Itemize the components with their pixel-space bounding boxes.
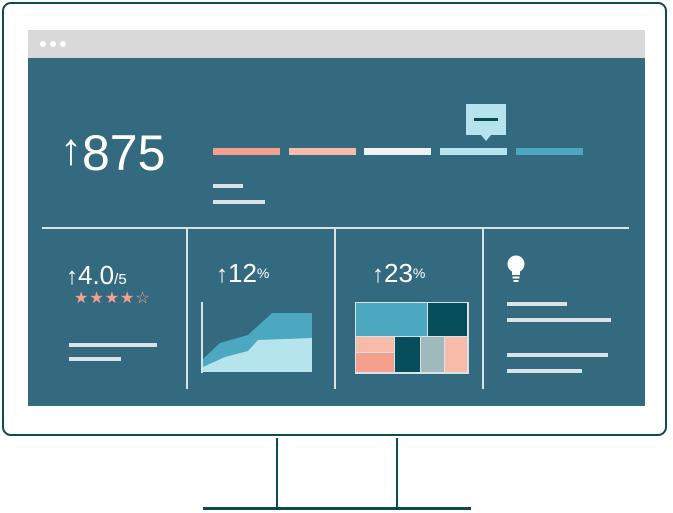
area-chart-icon xyxy=(201,302,312,373)
card-divider xyxy=(482,229,484,389)
treemap-cell xyxy=(428,303,467,336)
tooltip-icon xyxy=(466,104,506,141)
star-outline-icon: ☆ xyxy=(135,290,151,307)
legend-bar-teal[interactable] xyxy=(516,148,583,155)
tooltip-dash xyxy=(474,118,498,121)
text-placeholder-line xyxy=(213,184,243,188)
rating-max: /5 xyxy=(114,271,127,288)
text-placeholder-line xyxy=(69,357,121,361)
legend-bar-peach[interactable] xyxy=(289,148,356,155)
text-placeholder-line xyxy=(213,200,265,204)
text-placeholder-line xyxy=(507,353,608,357)
star-icon-2: ★ xyxy=(89,290,105,307)
rating-value: 4.0 xyxy=(78,260,115,290)
text-placeholder-line xyxy=(507,302,567,306)
monitor-stand-neck xyxy=(276,438,398,510)
up-arrow-icon: ↑ xyxy=(60,125,82,174)
text-placeholder-line xyxy=(507,369,582,373)
card-divider xyxy=(186,229,188,389)
growth-value: 12 xyxy=(228,258,257,288)
treemap-cell xyxy=(356,337,394,352)
up-arrow-icon: ↑ xyxy=(372,261,384,288)
growth-percent: % xyxy=(256,265,270,281)
share-metric: ↑23% xyxy=(372,258,425,290)
star-icon-3: ★ xyxy=(104,290,121,307)
treemap-cell xyxy=(421,337,444,372)
browser-title-bar xyxy=(28,30,645,58)
up-arrow-icon: ↑ xyxy=(66,263,78,290)
legend-bar-coral[interactable] xyxy=(213,148,280,155)
treemap-cell xyxy=(356,353,394,372)
star-icon-1: ★ xyxy=(74,290,90,307)
growth-metric: ↑12% xyxy=(216,258,269,290)
share-percent: % xyxy=(412,265,426,281)
treemap-cell xyxy=(445,337,467,372)
up-arrow-icon: ↑ xyxy=(216,261,228,288)
treemap-chart xyxy=(355,302,469,374)
window-dot-2[interactable] xyxy=(50,41,56,47)
treemap-cell xyxy=(356,303,427,336)
star-icon-4: ★ xyxy=(120,290,136,307)
card-divider xyxy=(334,229,336,389)
hero-metric-value: 875 xyxy=(82,125,166,181)
legend-bar-white[interactable] xyxy=(364,148,431,155)
window-dot-1[interactable] xyxy=(40,41,46,47)
legend-bar-light-teal[interactable] xyxy=(440,148,507,155)
treemap-cell xyxy=(395,337,420,372)
text-placeholder-line xyxy=(507,318,611,322)
window-dot-3[interactable] xyxy=(60,41,66,47)
lightbulb-icon xyxy=(507,255,525,282)
star-rating[interactable]: ★★★★☆ xyxy=(74,290,151,308)
text-placeholder-line xyxy=(69,343,157,347)
share-value: 23 xyxy=(384,258,413,288)
hero-metric: ↑875 xyxy=(60,120,165,183)
monitor-stand-base xyxy=(203,507,471,510)
